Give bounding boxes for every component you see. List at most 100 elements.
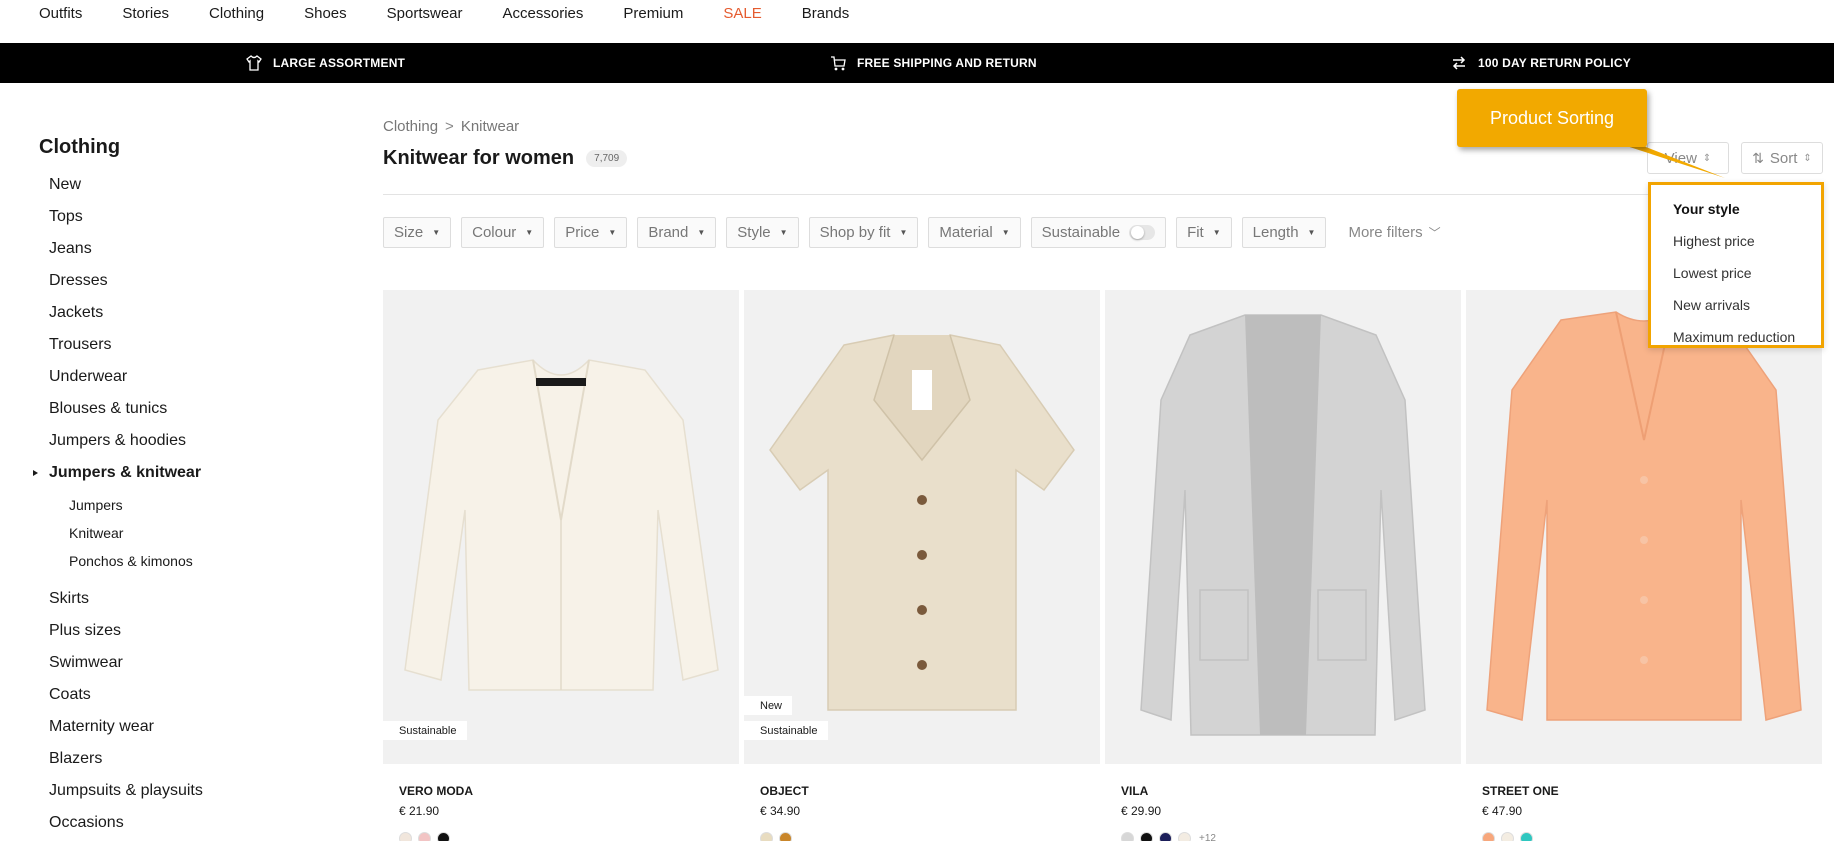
color-swatch[interactable] [399, 832, 412, 841]
callout-text: Product Sorting [1489, 107, 1615, 128]
color-swatch[interactable] [1140, 832, 1153, 841]
filter-style-label: Style [737, 224, 771, 241]
nav-accessories[interactable]: Accessories [503, 5, 584, 22]
sidebar-item-occasions[interactable]: Occasions [39, 807, 339, 839]
filter-fit[interactable]: Fit ▼ [1176, 217, 1232, 248]
cart-icon [829, 54, 847, 72]
filter-size-label: Size [394, 224, 424, 241]
sidebar-item-jumpers-knitwear[interactable]: Jumpers & knitwear [33, 457, 339, 489]
nav-clothing[interactable]: Clothing [209, 5, 264, 22]
usp-returns-label: 100 DAY RETURN POLICY [1478, 56, 1631, 70]
sort-label: Sort [1769, 149, 1798, 167]
product-image[interactable]: New Sustainable [744, 290, 1100, 764]
cardigan-illustration [404, 359, 719, 691]
sidebar-item-blouses-tunics[interactable]: Blouses & tunics [39, 393, 339, 425]
filter-length-label: Length [1252, 224, 1299, 241]
color-swatch[interactable] [1178, 832, 1191, 841]
subcategory-jumpers[interactable]: Jumpers [39, 491, 339, 519]
product-card[interactable]: STREET ONE € 47.90 [1466, 290, 1822, 841]
product-image[interactable]: Sustainable [383, 290, 739, 764]
color-swatch[interactable] [1482, 832, 1495, 841]
sidebar-item-trousers[interactable]: Trousers [39, 329, 339, 361]
sort-option-highest-price[interactable]: Highest price [1651, 225, 1821, 257]
usp-return-policy: 100 DAY RETURN POLICY [1450, 43, 1631, 83]
view-toggle-button[interactable]: View ⇕ [1647, 142, 1729, 174]
sort-arrows-icon: ⇅ [1752, 149, 1764, 166]
breadcrumb-knitwear[interactable]: Knitwear [461, 118, 519, 135]
color-swatch[interactable] [437, 832, 450, 841]
sidebar-item-underwear[interactable]: Underwear [39, 361, 339, 393]
product-price: € 29.90 [1121, 804, 1162, 818]
more-filters-button[interactable]: More filters ﹀ [1348, 224, 1440, 241]
sidebar-item-plus-sizes[interactable]: Plus sizes [39, 615, 339, 647]
product-image[interactable] [1466, 290, 1822, 764]
chevron-down-icon: ﹀ [1428, 226, 1441, 240]
breadcrumb: Clothing > Knitwear [383, 118, 519, 135]
nav-outfits[interactable]: Outfits [39, 5, 82, 22]
product-brand: VERO MODA [399, 784, 474, 798]
sidebar-item-new[interactable]: New [39, 169, 339, 201]
subcategory-knitwear[interactable]: Knitwear [39, 519, 339, 547]
breadcrumb-clothing[interactable]: Clothing [383, 118, 438, 135]
sort-option-lowest-price[interactable]: Lowest price [1651, 257, 1821, 289]
subcategory-ponchos-kimonos[interactable]: Ponchos & kimonos [39, 547, 339, 575]
sidebar-item-tops[interactable]: Tops [39, 201, 339, 233]
color-swatch[interactable] [1121, 832, 1134, 841]
exchange-arrows-icon [1450, 54, 1468, 72]
nav-sale[interactable]: SALE [723, 5, 761, 22]
more-colors-count[interactable]: +12 [1199, 833, 1216, 841]
sort-button[interactable]: ⇅ Sort ⇕ [1741, 142, 1823, 174]
sidebar-title: Clothing [39, 136, 121, 158]
sidebar-item-blazers[interactable]: Blazers [39, 743, 339, 775]
product-image[interactable] [1105, 290, 1461, 764]
filter-price[interactable]: Price ▼ [554, 217, 628, 248]
filter-shop-by-fit[interactable]: Shop by fit ▼ [808, 217, 919, 248]
nav-stories[interactable]: Stories [122, 5, 169, 22]
color-swatch[interactable] [418, 832, 431, 841]
sidebar-item-coats[interactable]: Coats [39, 679, 339, 711]
filter-material[interactable]: Material ▼ [928, 217, 1021, 248]
color-swatches [383, 832, 739, 841]
filter-shop-by-fit-label: Shop by fit [819, 224, 891, 241]
product-card[interactable]: New Sustainable OBJECT € 34.90 [744, 290, 1100, 841]
updown-icon: ⇕ [1702, 152, 1712, 164]
product-card[interactable]: VILA € 29.90 +12 [1105, 290, 1461, 841]
product-card[interactable]: Sustainable VERO MODA € 21.90 [383, 290, 739, 841]
sidebar-item-swimwear[interactable]: Swimwear [39, 647, 339, 679]
caret-down-icon: ▼ [1307, 228, 1316, 237]
sustainable-badge: Sustainable [383, 721, 467, 740]
sort-option-your-style[interactable]: Your style [1651, 193, 1821, 225]
sidebar-item-maternity-wear[interactable]: Maternity wear [39, 711, 339, 743]
sidebar-item-jumpers-hoodies[interactable]: Jumpers & hoodies [39, 425, 339, 457]
sidebar-item-jackets[interactable]: Jackets [39, 297, 339, 329]
filter-sustainable-label: Sustainable [1041, 224, 1121, 241]
nav-sportswear[interactable]: Sportswear [387, 5, 463, 22]
category-sidebar: Clothing New Tops Jeans Dresses Jackets … [33, 136, 339, 839]
color-swatch[interactable] [760, 832, 773, 841]
sustainable-toggle[interactable] [1129, 225, 1156, 240]
caret-down-icon: ▼ [608, 228, 617, 237]
color-swatch[interactable] [779, 832, 792, 841]
sidebar-item-skirts[interactable]: Skirts [39, 583, 339, 615]
sidebar-item-jeans[interactable]: Jeans [39, 233, 339, 265]
nav-brands[interactable]: Brands [802, 5, 850, 22]
color-swatch[interactable] [1520, 832, 1533, 841]
filter-size[interactable]: Size ▼ [383, 217, 452, 248]
filter-length[interactable]: Length ▼ [1241, 217, 1327, 248]
sort-dropdown-menu: Your style Highest price Lowest price Ne… [1648, 182, 1824, 348]
filter-style[interactable]: Style ▼ [726, 217, 799, 248]
filter-colour[interactable]: Colour ▼ [461, 217, 545, 248]
filter-sustainable[interactable]: Sustainable [1030, 217, 1167, 248]
sort-option-maximum-reduction[interactable]: Maximum reduction [1651, 321, 1821, 353]
sort-option-new-arrivals[interactable]: New arrivals [1651, 289, 1821, 321]
color-swatch[interactable] [1501, 832, 1514, 841]
color-swatch[interactable] [1159, 832, 1172, 841]
sidebar-item-dresses[interactable]: Dresses [39, 265, 339, 297]
updown-icon: ⇕ [1803, 152, 1812, 164]
nav-premium[interactable]: Premium [623, 5, 683, 22]
filter-brand[interactable]: Brand ▼ [637, 217, 717, 248]
sidebar-item-jumpsuits-playsuits[interactable]: Jumpsuits & playsuits [39, 775, 339, 807]
subcategory-list: Jumpers Knitwear Ponchos & kimonos [39, 491, 339, 575]
nav-shoes[interactable]: Shoes [304, 5, 347, 22]
caret-down-icon: ▼ [697, 228, 706, 237]
